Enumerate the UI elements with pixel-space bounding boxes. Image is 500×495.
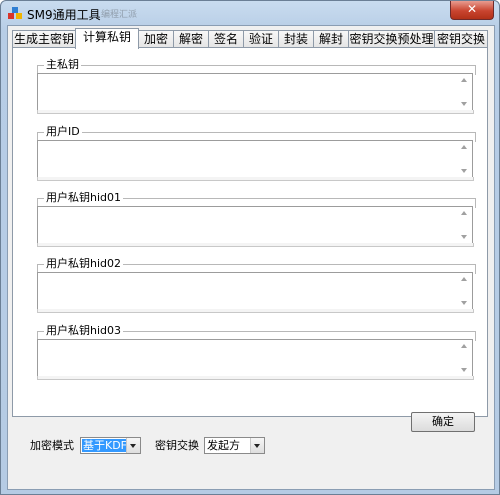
tab-label: 生成主密钥	[13, 32, 74, 46]
close-button[interactable]: ✕	[450, 1, 494, 20]
scroll-down-arrow-icon[interactable]	[461, 368, 467, 372]
user-private-key-hid01-input[interactable]	[37, 206, 473, 244]
user-private-key-hid01-group: 用户私钥hid01	[37, 191, 476, 247]
master-private-key-group: 主私钥	[37, 58, 476, 114]
app-window: SM9通用工具 编程汇派 ✕ 生成主密钥 计算私钥 加密 解密 签名 验证 封装…	[0, 0, 500, 495]
tab-decapsulate[interactable]: 解封	[313, 30, 349, 48]
horizontal-scrollbar[interactable]	[37, 309, 474, 313]
scroll-up-arrow-icon[interactable]	[461, 145, 467, 149]
tab-label: 验证	[248, 32, 273, 46]
group-label: 用户ID	[44, 125, 82, 139]
close-icon: ✕	[466, 2, 478, 16]
client-area: 生成主密钥 计算私钥 加密 解密 签名 验证 封装 解封 密钥交换预处理 密钥交…	[7, 25, 495, 490]
group-label: 主私钥	[44, 58, 81, 72]
user-id-group: 用户ID	[37, 125, 476, 181]
scroll-up-arrow-icon[interactable]	[461, 211, 467, 215]
vertical-scrollbar[interactable]	[458, 340, 472, 376]
tab-label: 签名	[213, 32, 238, 46]
tab-label: 计算私钥	[82, 30, 131, 44]
window-title: SM9通用工具	[27, 8, 101, 22]
vertical-scrollbar[interactable]	[458, 141, 472, 177]
vertical-scrollbar[interactable]	[458, 207, 472, 243]
horizontal-scrollbar[interactable]	[37, 177, 474, 181]
scroll-down-arrow-icon[interactable]	[461, 235, 467, 239]
tab-label: 密钥交换预处理	[349, 32, 434, 46]
vertical-scrollbar[interactable]	[458, 273, 472, 309]
ghost-title: 编程汇派	[101, 10, 138, 20]
tab-generate-master-key[interactable]: 生成主密钥	[12, 30, 76, 48]
master-private-key-input[interactable]	[37, 73, 473, 111]
group-label: 用户私钥hid01	[44, 191, 124, 205]
tab-encapsulate[interactable]: 封装	[278, 30, 314, 48]
tab-page-compute-private-key: 主私钥 用户ID 用户私钥hid01 用户私钥hid02 用户私钥hid03 确…	[12, 47, 488, 432]
tab-label: 加密	[143, 32, 168, 46]
scroll-up-arrow-icon[interactable]	[461, 78, 467, 82]
tab-label: 解封	[318, 32, 343, 46]
scroll-up-arrow-icon[interactable]	[461, 344, 467, 348]
encrypt-mode-label: 加密模式	[30, 439, 74, 452]
tab-verify[interactable]: 验证	[243, 30, 279, 48]
user-private-key-hid03-group: 用户私钥hid03	[37, 324, 476, 380]
horizontal-scrollbar[interactable]	[37, 376, 474, 380]
tab-label: 解密	[178, 32, 203, 46]
user-private-key-hid03-input[interactable]	[37, 339, 473, 377]
group-label: 用户私钥hid02	[44, 257, 124, 271]
tab-decrypt[interactable]: 解密	[173, 30, 209, 48]
tab-key-exchange-preprocess[interactable]: 密钥交换预处理	[348, 30, 435, 48]
chevron-down-icon[interactable]	[126, 438, 140, 453]
vertical-scrollbar[interactable]	[458, 74, 472, 110]
encrypt-mode-select[interactable]: 基于KDF	[80, 437, 141, 454]
scroll-up-arrow-icon[interactable]	[461, 277, 467, 281]
user-private-key-hid02-group: 用户私钥hid02	[37, 257, 476, 313]
encrypt-mode-value: 基于KDF	[82, 439, 129, 452]
tab-compute-private-key[interactable]: 计算私钥	[75, 28, 139, 49]
scroll-down-arrow-icon[interactable]	[461, 169, 467, 173]
tab-sign[interactable]: 签名	[208, 30, 244, 48]
key-exchange-label: 密钥交换	[155, 439, 199, 452]
user-private-key-hid02-input[interactable]	[37, 272, 473, 310]
key-exchange-select[interactable]: 发起方	[204, 437, 265, 454]
horizontal-scrollbar[interactable]	[37, 243, 474, 247]
scroll-down-arrow-icon[interactable]	[461, 102, 467, 106]
app-icon	[8, 7, 22, 19]
tab-encrypt[interactable]: 加密	[138, 30, 174, 48]
horizontal-scrollbar[interactable]	[37, 110, 474, 114]
user-id-input[interactable]	[37, 140, 473, 178]
key-exchange-value: 发起方	[207, 439, 240, 452]
scroll-down-arrow-icon[interactable]	[461, 301, 467, 305]
title-bar[interactable]: SM9通用工具 编程汇派 ✕	[1, 1, 499, 25]
tab-key-exchange[interactable]: 密钥交换	[434, 30, 488, 48]
ok-button[interactable]: 确定	[411, 412, 475, 432]
chevron-down-icon[interactable]	[250, 438, 264, 453]
group-label: 用户私钥hid03	[44, 324, 124, 338]
tab-label: 封装	[283, 32, 308, 46]
tab-label: 密钥交换	[436, 32, 485, 46]
